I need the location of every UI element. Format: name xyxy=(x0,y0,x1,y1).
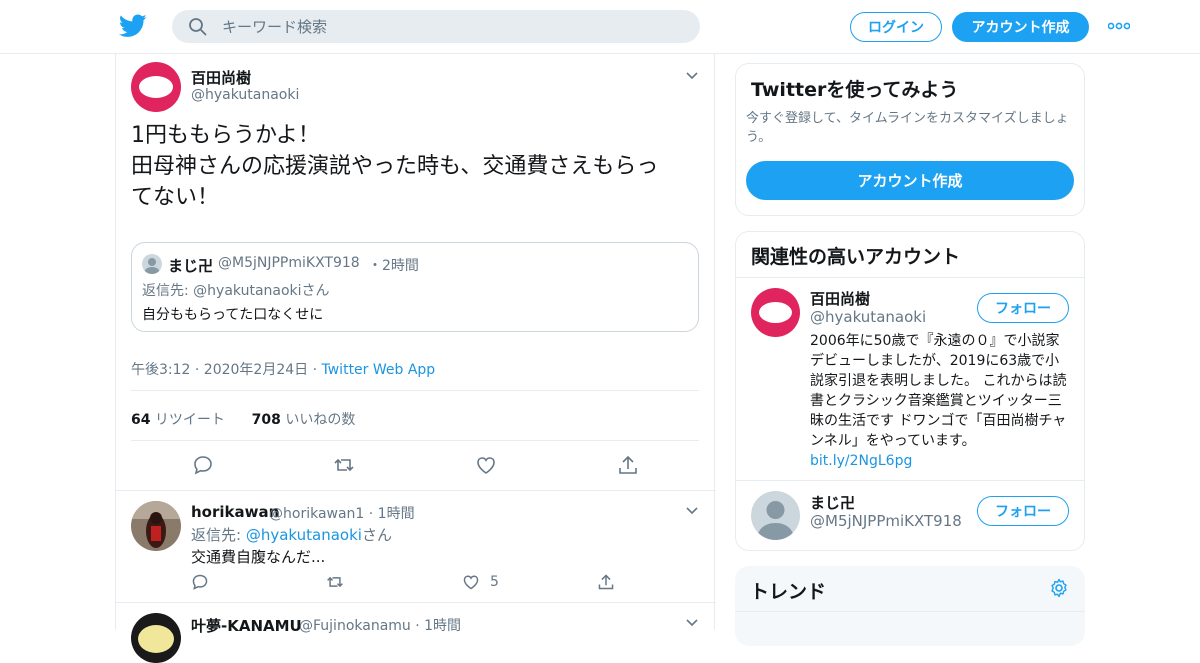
reply-author-handle[interactable]: @horikawan1 · 1時間 xyxy=(269,503,415,523)
quoted-name: まじ卍 xyxy=(168,257,214,275)
divider xyxy=(736,277,1084,278)
related-account-name[interactable]: まじ卍 xyxy=(810,492,855,513)
avatar-logo-shape xyxy=(759,302,792,323)
related-account-handle[interactable]: @hyakutanaoki xyxy=(810,308,926,326)
signup-prompt-card: Twitterを使ってみよう 今すぐ登録して、タイムラインをカスタマイズしましょ… xyxy=(735,63,1085,216)
quoted-time: ・2時間 xyxy=(368,258,419,274)
tweet-text-line: てない！ xyxy=(131,185,220,210)
reply-icon[interactable] xyxy=(192,454,214,476)
author-avatar[interactable] xyxy=(131,62,181,112)
divider xyxy=(735,611,1085,612)
reply-actions: 5 xyxy=(191,573,631,593)
tweet-actions xyxy=(116,454,716,478)
retweet-icon[interactable] xyxy=(326,573,344,591)
follow-button[interactable]: フォロー xyxy=(977,496,1069,526)
quoted-tweet[interactable]: まじ卍 @M5jNJPPmiKXT918 ・2時間 返信先: @hyakutan… xyxy=(131,242,699,332)
chevron-down-icon[interactable] xyxy=(685,506,699,516)
reply-text: 交通費自腹なんだ... xyxy=(191,548,326,566)
related-accounts-card: 関連性の高いアカウント 百田尚樹 @hyakutanaoki フォロー 2006… xyxy=(735,231,1085,551)
like-count: 708 xyxy=(251,412,281,428)
avatar-photo xyxy=(131,613,181,663)
quoted-reply-to: 返信先: @hyakutanaokiさん xyxy=(142,283,330,299)
reply-author-name[interactable]: 叶夢-KANAMU xyxy=(191,615,302,636)
trends-card: トレンド xyxy=(735,566,1085,646)
reply-icon[interactable] xyxy=(191,573,209,591)
bio-link[interactable]: bit.ly/2NgL6pg xyxy=(810,453,912,469)
related-avatar[interactable] xyxy=(751,288,800,337)
reply-author-name[interactable]: horikawan xyxy=(191,503,279,521)
reply-tweet[interactable]: horikawan @horikawan1 · 1時間 返信先: @hyakut… xyxy=(116,490,716,602)
like-heart-icon[interactable] xyxy=(462,573,480,591)
retweet-icon[interactable] xyxy=(333,454,355,476)
signup-prompt-desc: 今すぐ登録して、タイムラインをカスタマイズしましょう。 xyxy=(746,111,1069,145)
like-stat[interactable]: 708 いいねの数 xyxy=(252,412,356,428)
chevron-down-icon[interactable] xyxy=(685,71,699,81)
reply-avatar[interactable] xyxy=(131,613,181,663)
main-timeline: 百田尚樹 @hyakutanaoki 1円ももらうかよ！ 田母神さんの応援演説や… xyxy=(115,54,716,663)
related-account-bio: 2006年に50歳で『永遠の０』で小説家デビューしましたが、2019に63歳で小… xyxy=(810,331,1072,471)
avatar-photo xyxy=(131,501,181,551)
quoted-avatar xyxy=(142,254,162,274)
tweet-text: 1円ももらうかよ！ 田母神さんの応援演説やった時も、交通費さえもらっ てない！ xyxy=(131,120,701,213)
more-dots-icon[interactable] xyxy=(1108,22,1130,30)
quoted-text: 自分ももらってた口なくせに xyxy=(142,307,324,323)
bio-text: 2006年に50歳で『永遠の０』で小説家デビューしましたが、2019に63歳で小… xyxy=(810,333,1067,449)
search-input[interactable] xyxy=(222,10,682,43)
tweet-text-line: 田母神さんの応援演説やった時も、交通費さえもらっ xyxy=(131,154,659,179)
retweet-count: 64 xyxy=(131,412,151,428)
twitter-bird-icon[interactable] xyxy=(119,13,147,39)
reply-to-suffix: さん xyxy=(361,526,392,544)
like-label: いいねの数 xyxy=(280,412,356,428)
reply-tweet[interactable]: 叶夢-KANAMU @Fujinokanamu · 1時間 xyxy=(116,602,716,663)
default-user-icon xyxy=(144,258,160,274)
related-account-name[interactable]: 百田尚樹 xyxy=(810,288,870,309)
divider xyxy=(736,480,1084,481)
tweet-timestamp[interactable]: 午後3:12 · 2020年2月24日 · xyxy=(131,362,322,378)
reply-to: 返信先: @hyakutanaokiさん xyxy=(191,524,392,545)
trends-title: トレンド xyxy=(750,581,827,603)
like-heart-icon[interactable] xyxy=(475,454,497,476)
signup-button[interactable]: アカウント作成 xyxy=(952,12,1089,42)
tweet-stats: 64 リツイート 708 いいねの数 xyxy=(131,409,355,429)
reply-like-count: 5 xyxy=(490,574,499,590)
retweet-stat[interactable]: 64 リツイート xyxy=(131,412,225,428)
gear-icon[interactable] xyxy=(1049,578,1069,598)
reply-author-handle[interactable]: @Fujinokanamu · 1時間 xyxy=(299,615,461,635)
chevron-down-icon[interactable] xyxy=(685,618,699,628)
share-icon[interactable] xyxy=(597,573,615,591)
login-button[interactable]: ログイン xyxy=(850,12,942,42)
follow-button[interactable]: フォロー xyxy=(977,293,1069,323)
author-name[interactable]: 百田尚樹 xyxy=(191,67,251,88)
tweet-source-app[interactable]: Twitter Web App xyxy=(322,362,436,378)
default-user-icon xyxy=(757,501,794,540)
divider xyxy=(131,390,699,391)
quoted-handle: @M5jNJPPmiKXT918 xyxy=(218,255,360,271)
related-accounts-title: 関連性の高いアカウント xyxy=(751,246,961,268)
signup-prompt-button[interactable]: アカウント作成 xyxy=(746,161,1074,200)
search-icon xyxy=(189,18,207,36)
reply-avatar[interactable] xyxy=(131,501,181,551)
related-account-handle[interactable]: @M5jNJPPmiKXT918 xyxy=(810,512,962,530)
signup-prompt-title: Twitterを使ってみよう xyxy=(751,79,959,101)
divider xyxy=(131,440,699,441)
related-avatar[interactable] xyxy=(751,491,800,540)
reply-to-mention[interactable]: @hyakutanaoki xyxy=(246,526,362,544)
author-handle[interactable]: @hyakutanaoki xyxy=(191,87,299,103)
share-icon[interactable] xyxy=(617,454,639,476)
search-box[interactable] xyxy=(172,10,700,43)
tweet-text-line: 1円ももらうかよ！ xyxy=(131,123,320,148)
tweet-meta: 午後3:12 · 2020年2月24日 · Twitter Web App xyxy=(131,359,435,379)
retweet-label: リツイート xyxy=(150,412,225,428)
reply-to-prefix: 返信先: xyxy=(191,526,246,544)
top-bar: ログイン アカウント作成 xyxy=(0,0,1200,54)
